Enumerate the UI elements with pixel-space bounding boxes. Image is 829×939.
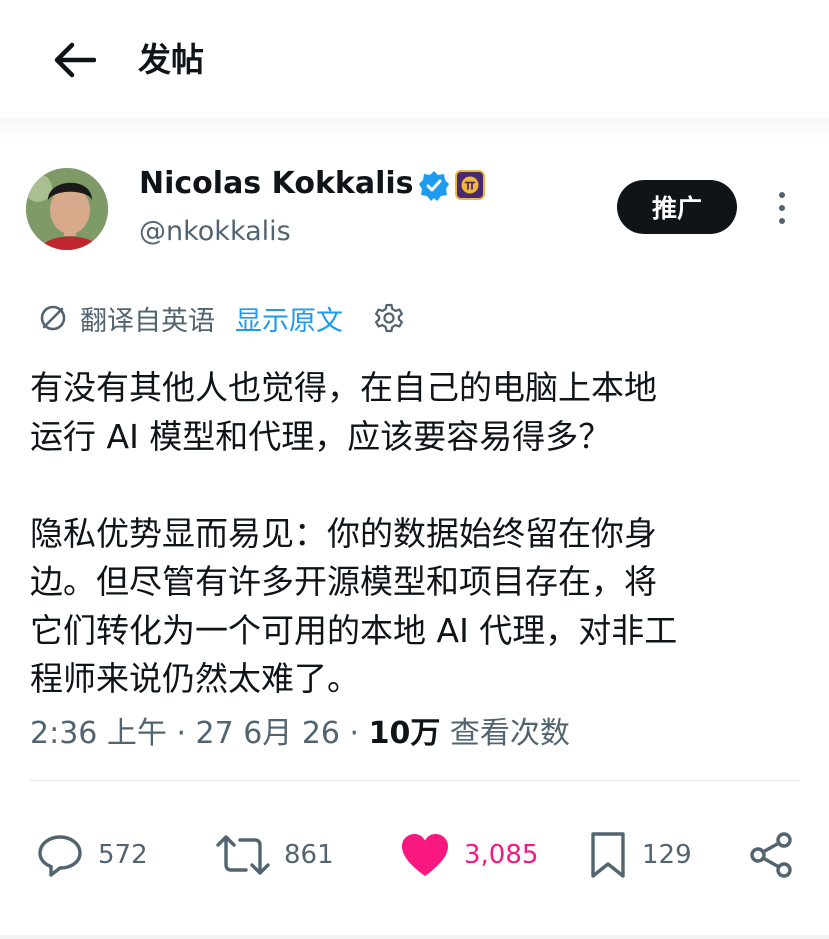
share-button[interactable]	[748, 830, 796, 880]
translate-icon	[40, 305, 66, 331]
back-button[interactable]	[48, 38, 100, 82]
page-title: 发帖	[138, 40, 204, 79]
views-label: 查看次数	[440, 716, 570, 751]
translated-from-label: 翻译自英语	[80, 305, 215, 337]
show-original-link[interactable]: 显示原文	[235, 299, 343, 338]
more-dot-icon	[779, 192, 785, 198]
bookmark-button[interactable]: 129	[588, 830, 692, 880]
bookmark-icon	[591, 832, 625, 878]
more-options-button[interactable]	[768, 188, 796, 228]
header-divider	[0, 118, 829, 140]
tweet-body: 有没有其他人也觉得，在自己的电脑上本地 运行 AI 模型和代理，应该要容易得多？…	[30, 368, 678, 698]
like-count: 3,085	[464, 840, 539, 870]
avatar[interactable]	[26, 168, 108, 250]
repost-icon	[216, 835, 270, 875]
pi-logo-icon	[461, 176, 479, 194]
like-button[interactable]: 3,085	[400, 830, 538, 880]
author-name[interactable]: Nicolas Kokkalis	[139, 164, 414, 204]
tweet-meta: 2:36 上午 · 27 6月 26 · 10万 查看次数	[30, 712, 570, 756]
affiliate-badge-icon[interactable]	[455, 170, 485, 200]
share-icon	[750, 832, 792, 878]
repost-button[interactable]: 861	[216, 830, 334, 880]
heart-icon	[402, 834, 448, 876]
timestamp[interactable]: 2:36 上午 · 27 6月 26 ·	[30, 716, 369, 751]
views-count: 10万	[368, 716, 441, 751]
translation-bar: 翻译自英语 显示原文	[38, 296, 405, 340]
reply-icon	[38, 835, 82, 877]
repost-count: 861	[284, 840, 334, 870]
reply-count: 572	[98, 840, 148, 870]
actions-divider	[30, 780, 800, 781]
avatar-image	[26, 168, 108, 250]
bottom-divider	[0, 935, 829, 939]
gear-icon[interactable]	[373, 302, 405, 334]
author-handle[interactable]: @nkokkalis	[139, 212, 291, 252]
reply-button[interactable]: 572	[36, 830, 148, 880]
verified-badge-icon	[419, 171, 449, 201]
more-dot-icon	[779, 218, 785, 224]
arrow-left-icon	[54, 42, 96, 78]
bookmark-count: 129	[642, 840, 692, 870]
more-dot-icon	[779, 205, 785, 211]
promote-button[interactable]: 推广	[617, 180, 737, 234]
top-bar: 发帖	[0, 0, 829, 125]
